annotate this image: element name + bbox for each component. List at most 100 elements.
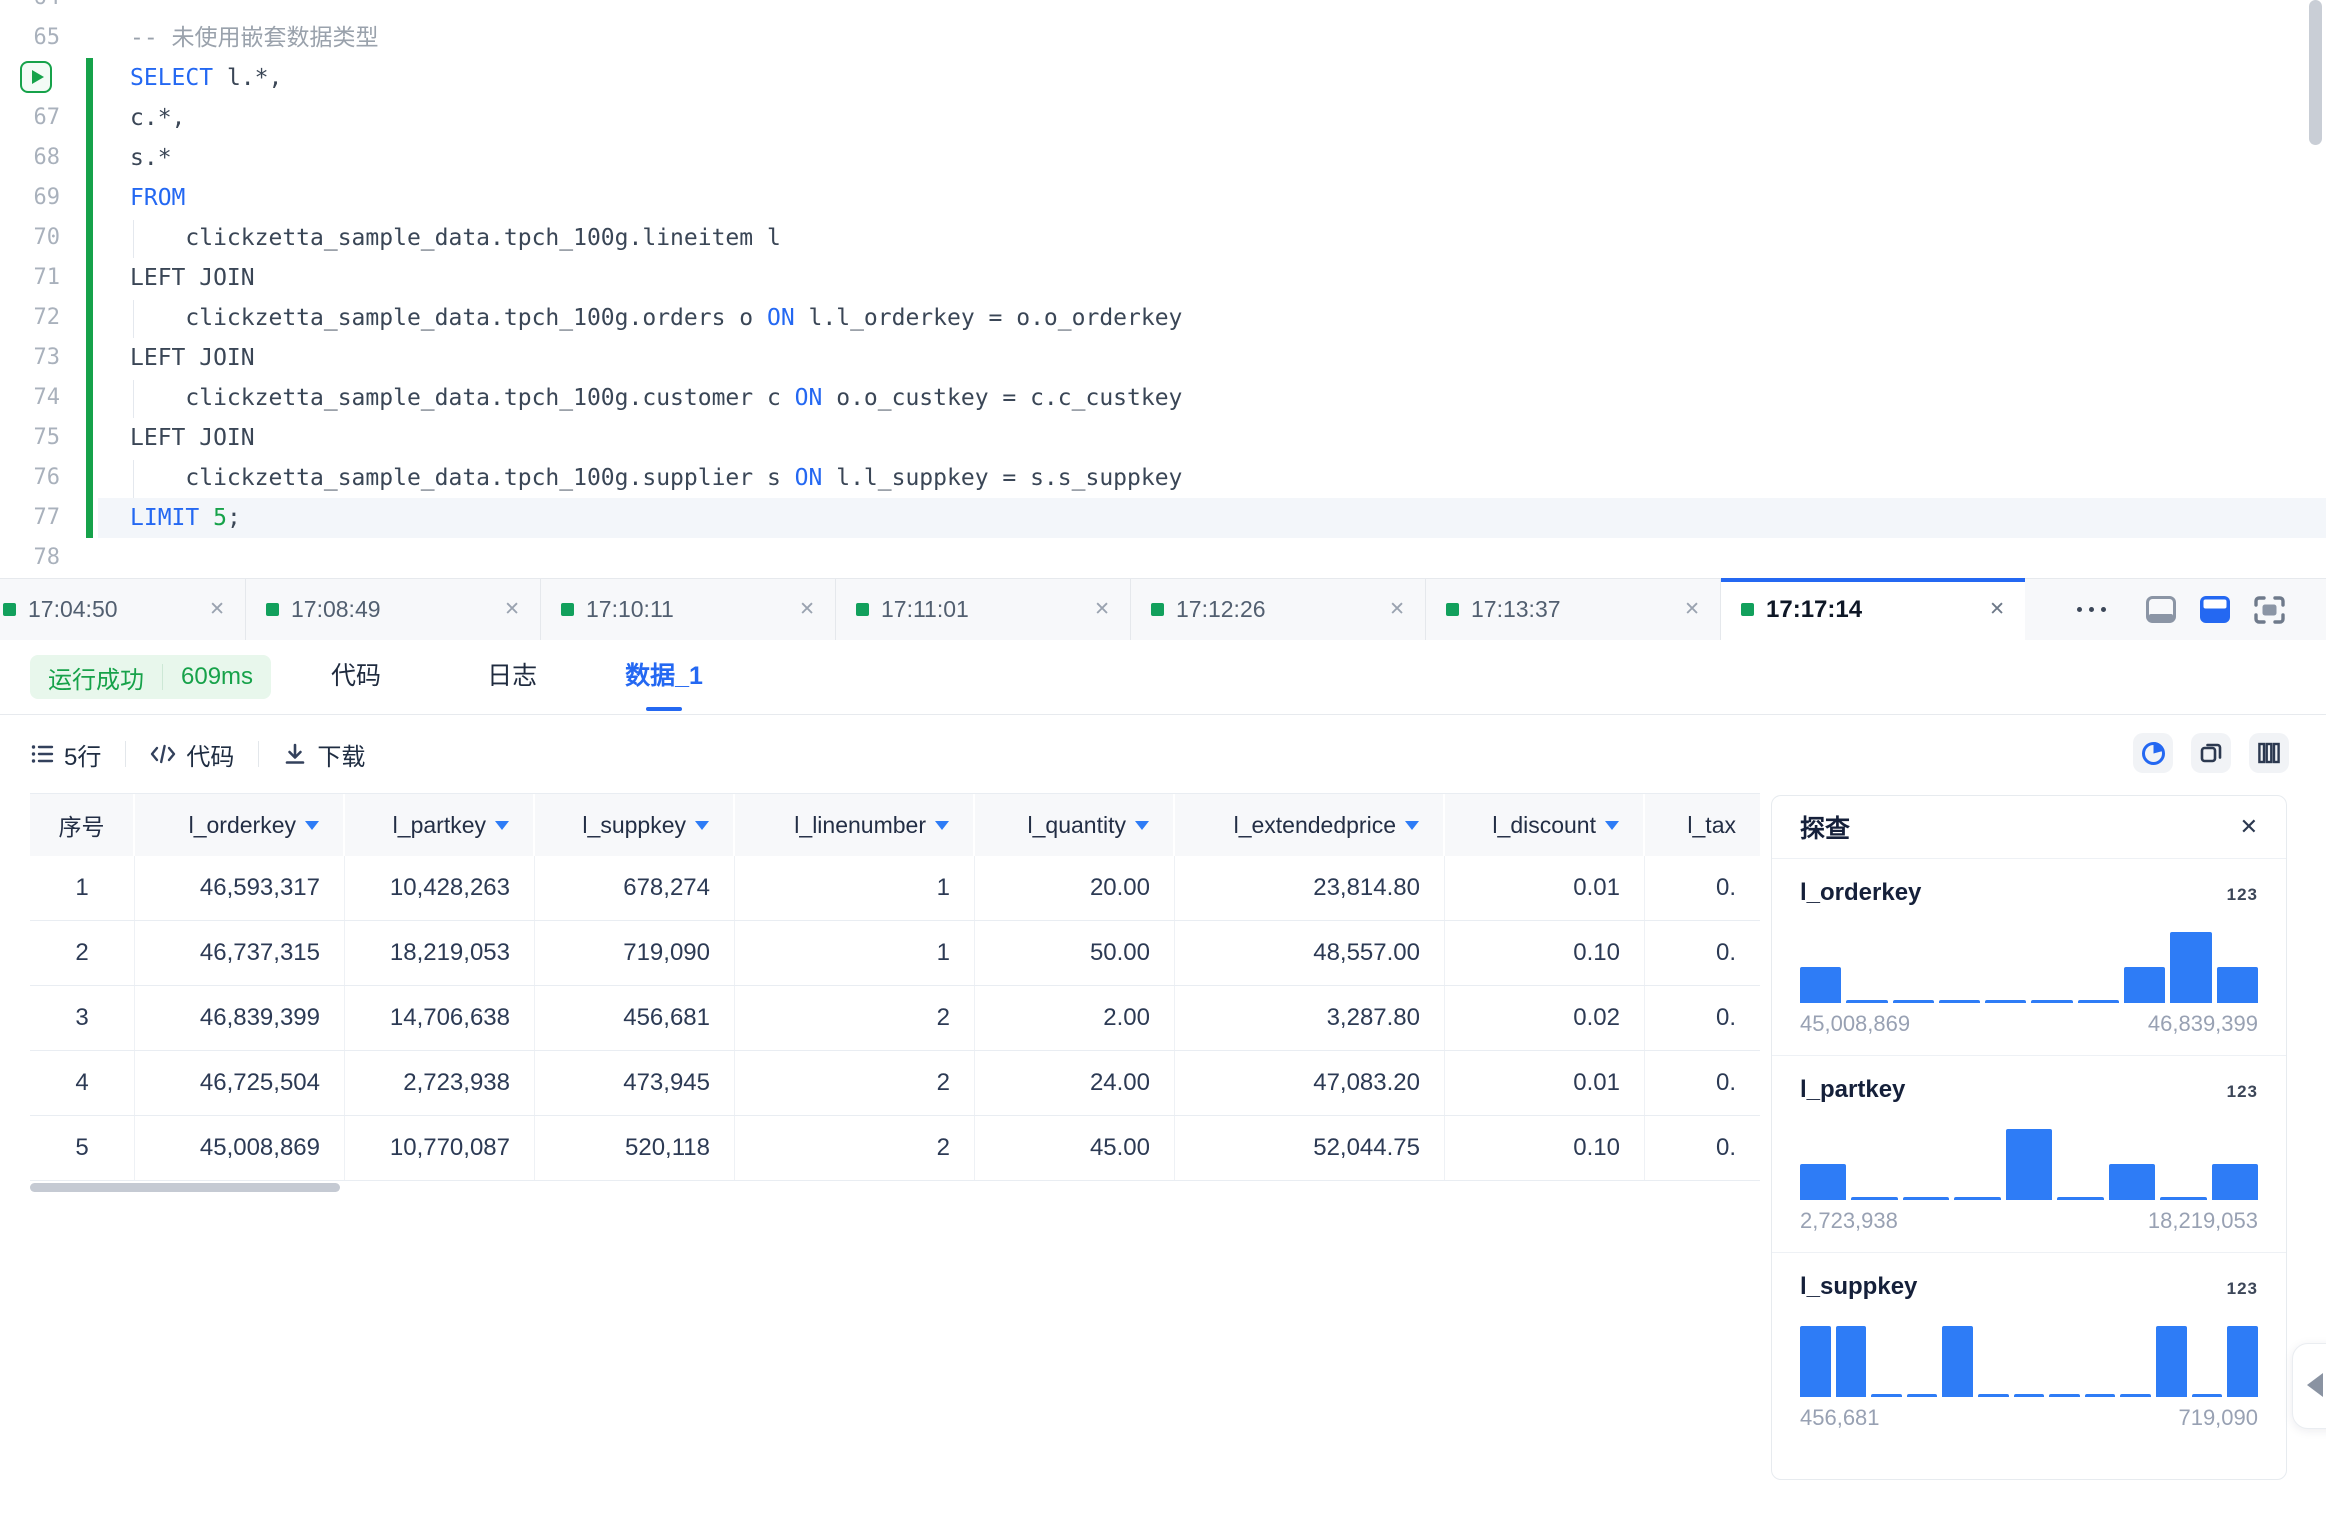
layout-editor-icon[interactable] [2146,596,2176,623]
code-view-button[interactable]: 代码 [150,737,234,772]
table-row[interactable]: 246,737,31518,219,053719,090150.0048,557… [30,921,1760,986]
table-row[interactable]: 446,725,5042,723,938473,945224.0047,083.… [30,1051,1760,1116]
code-line[interactable]: 68s.* [0,138,2326,178]
sort-dropdown-icon[interactable] [1405,821,1419,830]
line-number: 75 [0,418,60,458]
table-cell: 23,814.80 [1175,856,1445,920]
table-horizontal-scrollbar[interactable] [30,1183,340,1192]
close-tab-icon[interactable]: ✕ [209,598,225,621]
code-line[interactable]: 76 clickzetta_sample_data.tpch_100g.supp… [0,458,2326,498]
change-indicator [86,338,93,378]
histogram-bar [1985,1000,2026,1003]
code-line[interactable]: 70 clickzetta_sample_data.tpch_100g.line… [0,218,2326,258]
line-number: 65 [0,18,60,58]
line-number: 69 [0,178,60,218]
line-number: 73 [0,338,60,378]
column-header[interactable]: l_suppkey [535,794,735,856]
field-histogram[interactable] [1800,1325,2258,1397]
code-line[interactable]: 74 clickzetta_sample_data.tpch_100g.cust… [0,378,2326,418]
table-row[interactable]: 346,839,39914,706,638456,68122.003,287.8… [30,986,1760,1051]
line-number: 74 [0,378,60,418]
fullscreen-icon[interactable] [2254,596,2285,624]
column-header[interactable]: l_linenumber [735,794,975,856]
change-indicator [86,378,93,418]
query-result-tab[interactable]: 17:11:01✕ [836,579,1131,640]
code-line[interactable]: 71LEFT JOIN [0,258,2326,298]
close-tab-icon[interactable]: ✕ [1989,598,2005,621]
table-cell: 0.10 [1445,921,1645,985]
layout-split-icon[interactable] [2200,596,2230,623]
sql-editor[interactable]: 6465-- 未使用嵌套数据类型SELECT l.*,67c.*,68s.*69… [0,0,2326,578]
column-header[interactable]: l_quantity [975,794,1175,856]
code-line[interactable]: 72 clickzetta_sample_data.tpch_100g.orde… [0,298,2326,338]
query-result-tab[interactable]: 17:10:11✕ [541,579,836,640]
table-row[interactable]: 146,593,31710,428,263678,274120.0023,814… [30,856,1760,921]
histogram-bar [1871,1394,1902,1397]
table-cell: 0. [1645,986,1760,1050]
code-line[interactable]: 78 [0,538,2326,578]
code-line[interactable]: 65-- 未使用嵌套数据类型 [0,18,2326,58]
query-result-tab[interactable]: 17:12:26 ✕ [1131,579,1426,640]
histogram-bar [2156,1326,2187,1397]
column-header[interactable]: l_discount [1445,794,1645,856]
close-tab-icon[interactable]: ✕ [1684,598,1700,621]
code-line[interactable]: 69FROM [0,178,2326,218]
histogram-bar [1978,1394,2009,1397]
close-tab-icon[interactable]: ✕ [1389,598,1405,621]
code-line[interactable]: 73LEFT JOIN [0,338,2326,378]
copy-result-button[interactable] [2191,733,2231,773]
result-tab-code[interactable]: 代码 [331,640,381,715]
sort-dropdown-icon[interactable] [1135,821,1149,830]
sort-dropdown-icon[interactable] [1605,821,1619,830]
close-tab-icon[interactable]: ✕ [799,598,815,621]
panel-collapse-handle[interactable] [2292,1343,2326,1429]
column-header[interactable]: 序号 [30,794,135,856]
table-cell: 0.10 [1445,1116,1645,1180]
column-header[interactable]: l_tax [1645,794,1760,856]
table-header-row: 序号l_orderkeyl_partkeyl_suppkeyl_linenumb… [30,793,1760,856]
success-dot-icon [266,603,279,616]
table-cell: 14,706,638 [345,986,535,1050]
table-cell: 46,737,315 [135,921,345,985]
table-cell: 2 [735,1116,975,1180]
histogram-bar [2031,1000,2072,1003]
result-tab-log[interactable]: 日志 [487,640,537,715]
close-tab-icon[interactable]: ✕ [504,598,520,621]
explore-panel: 探查 ✕ l_orderkey12345,008,86946,839,399l_… [1771,795,2287,1480]
close-tab-icon[interactable]: ✕ [1094,598,1110,621]
field-histogram[interactable] [1800,1128,2258,1200]
explore-toggle-button[interactable] [2133,733,2173,773]
table-cell: 10,770,087 [345,1116,535,1180]
query-result-tab[interactable]: 17:13:37✕ [1426,579,1721,640]
run-query-button[interactable] [20,61,52,93]
download-button[interactable]: 下载 [283,737,365,772]
table-cell: 46,593,317 [135,856,345,920]
more-tabs-icon[interactable] [2077,607,2106,612]
toolbar-right-actions [2133,733,2289,773]
editor-vertical-scrollbar[interactable] [2309,0,2322,145]
code-line[interactable]: 75LEFT JOIN [0,418,2326,458]
query-result-tab[interactable]: 17:04:50✕ [0,579,246,640]
tab-timestamp: 17:12:26 [1176,596,1381,623]
code-line[interactable]: 77LIMIT 5; [0,498,2326,538]
sort-dropdown-icon[interactable] [305,821,319,830]
query-result-tab[interactable]: 17:08:49✕ [246,579,541,640]
sort-dropdown-icon[interactable] [695,821,709,830]
line-number: 71 [0,258,60,298]
result-tab-data[interactable]: 数据_1 [625,640,703,715]
row-count-button[interactable]: 5行 [30,737,101,772]
sort-dropdown-icon[interactable] [495,821,509,830]
column-header[interactable]: l_partkey [345,794,535,856]
sort-dropdown-icon[interactable] [935,821,949,830]
code-line[interactable]: SELECT l.*, [0,58,2326,98]
column-header[interactable]: l_orderkey [135,794,345,856]
code-line[interactable]: 64 [0,0,2326,18]
code-line[interactable]: 67c.*, [0,98,2326,138]
table-row[interactable]: 545,008,86910,770,087520,118245.0052,044… [30,1116,1760,1181]
column-header[interactable]: l_extendedprice [1175,794,1445,856]
query-result-tab[interactable]: 17:17:14✕ [1721,579,2025,640]
field-histogram[interactable] [1800,931,2258,1003]
field-type-badge: 123 [2227,1279,2258,1299]
columns-button[interactable] [2249,733,2289,773]
explore-close-icon[interactable]: ✕ [2240,814,2258,840]
